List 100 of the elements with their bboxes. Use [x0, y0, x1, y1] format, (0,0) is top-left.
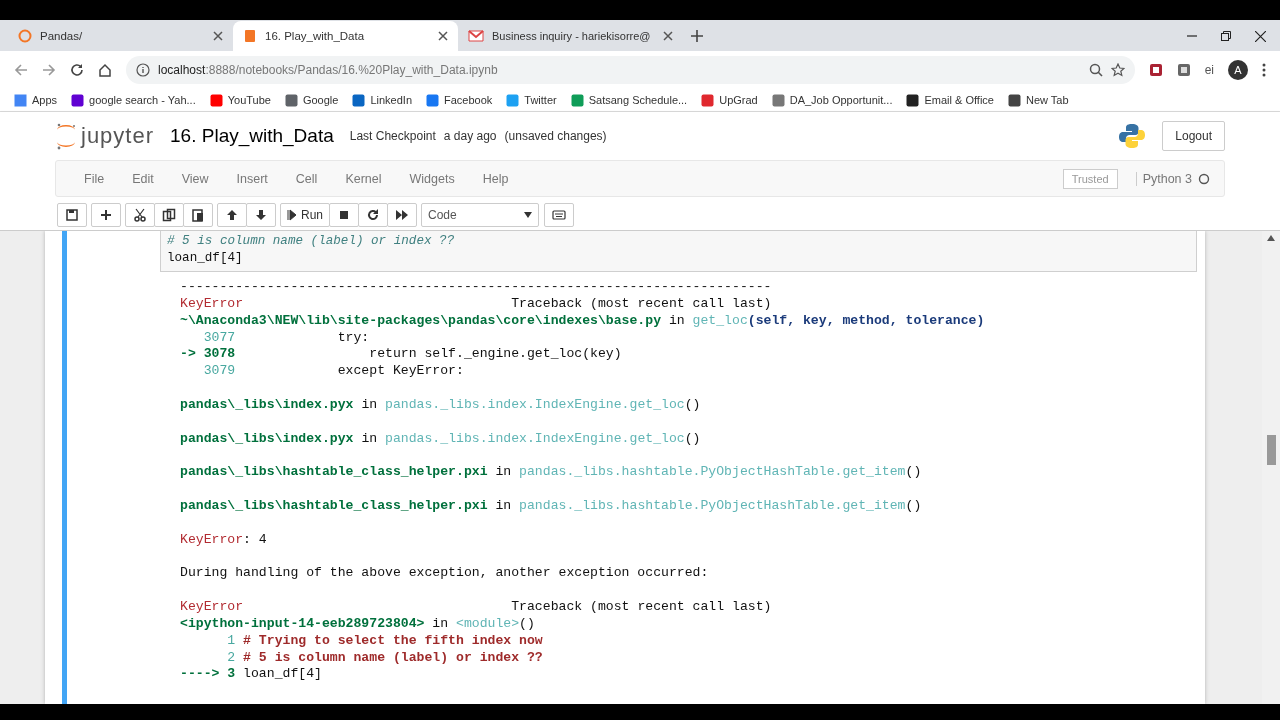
browser-tab[interactable]: Pandas/: [8, 21, 233, 51]
address-field[interactable]: localhost:8888/notebooks/Pandas/16.%20Play_with_Data.ipynb: [126, 56, 1135, 84]
notebook-title[interactable]: 16. Play_with_Data: [170, 125, 334, 147]
bookmark[interactable]: Apps: [14, 93, 58, 107]
notebook-favicon-icon: [243, 29, 257, 43]
back-icon[interactable]: [14, 63, 28, 77]
more-icon[interactable]: [1262, 63, 1266, 77]
move-up-button[interactable]: [217, 203, 247, 227]
close-icon[interactable]: [213, 31, 223, 41]
close-icon[interactable]: [663, 31, 673, 41]
move-down-button[interactable]: [246, 203, 276, 227]
cut-button[interactable]: [125, 203, 155, 227]
traceback-line: 1 # Trying to select the fifth index now: [226, 632, 544, 650]
menu-item[interactable]: Widgets: [395, 171, 469, 186]
scroll-up-icon[interactable]: [1267, 235, 1275, 241]
traceback-line: During handling of the above exception, another exception occurred:: [180, 565, 710, 583]
browser-tab[interactable]: Business inquiry - hariekisorre@: [458, 21, 683, 51]
restart-icon: [366, 208, 380, 222]
scrollbar-thumb[interactable]: [1266, 435, 1276, 465]
jupyter-logo-text: jupyter: [81, 123, 155, 149]
bookmark[interactable]: google search - Yah...: [71, 93, 196, 107]
bookmark[interactable]: LinkedIn: [352, 93, 412, 107]
url-text: localhost:8888/notebooks/Pandas/16.%20Play_with_Data.ipynb: [158, 63, 498, 77]
fast-forward-button[interactable]: [387, 203, 417, 227]
jupyter-favicon-icon: [18, 29, 32, 43]
traceback-line: 2 # 5 is column name (label) or index ??: [226, 649, 544, 667]
menu-item[interactable]: Kernel: [331, 171, 396, 186]
traceback-line: pandas\_libs\index.pyx in pandas._libs.index.IndexEngine.get_loc(): [180, 430, 702, 448]
traceback-line: ~\Anaconda3\NEW\lib\site-packages\pandas\core\indexes\base.py in get_loc(self, key, method, tolerance): [180, 312, 986, 330]
add-cell-button[interactable]: [91, 203, 121, 227]
bookmark[interactable]: New Tab: [1007, 93, 1069, 107]
bookmark[interactable]: UpGrad: [701, 93, 758, 107]
traceback-line: <ipython-input-14-eeb289723804> in <module>(): [180, 615, 536, 633]
bookmark[interactable]: Email & Office: [906, 93, 994, 107]
bookmark[interactable]: Google: [284, 93, 339, 107]
info-icon: [136, 63, 150, 77]
keyboard-button[interactable]: [544, 203, 574, 227]
move-down-icon: [254, 208, 268, 222]
checkpoint-time: a day ago: [443, 129, 497, 143]
extension-icon[interactable]: [1148, 63, 1163, 77]
tab-title: 16. Play_with_Data: [265, 30, 365, 42]
tab-title: Business inquiry - hariekisorre@: [492, 30, 651, 42]
profile-avatar[interactable]: A: [1228, 60, 1248, 80]
add-cell-icon: [99, 208, 113, 222]
step-forward-icon: [287, 209, 297, 221]
checkpoint-label: Last Checkpoint: [349, 129, 436, 143]
menu-item[interactable]: Help: [468, 171, 523, 186]
code-input-cell[interactable]: # 5 is column name (label) or index ?? loan_df[4]: [160, 231, 1197, 272]
copy-button[interactable]: [154, 203, 184, 227]
extension-label[interactable]: ei: [1204, 63, 1214, 77]
menu-item[interactable]: View: [167, 171, 223, 186]
code-line: loan_df[4]: [167, 250, 244, 267]
menu-item[interactable]: Edit: [118, 171, 168, 186]
reload-icon[interactable]: [70, 63, 84, 77]
tab-title: Pandas/: [40, 30, 83, 42]
code-line: # 5 is column name (label) or index ??: [167, 233, 456, 250]
save-icon: [65, 208, 79, 222]
extension-icon[interactable]: [1176, 63, 1191, 77]
traceback-line: pandas\_libs\hashtable_class_helper.pxi in pandas._libs.hashtable.PyObjectHashTable.get_item(): [180, 464, 923, 482]
menu-item[interactable]: Cell: [281, 171, 332, 186]
bookmark[interactable]: Facebook: [426, 93, 493, 107]
traceback-line: -> 3078 return self._engine.get_loc(key): [180, 346, 623, 364]
browser-tab[interactable]: 16. Play_with_Data: [233, 21, 458, 51]
traceback-line: KeyError: 4: [180, 531, 268, 549]
fast-forward-icon: [395, 208, 409, 222]
new-tab-icon[interactable]: [691, 30, 703, 42]
copy-icon: [162, 208, 176, 222]
forward-icon[interactable]: [42, 63, 56, 77]
paste-button[interactable]: [183, 203, 213, 227]
bookmark[interactable]: YouTube: [209, 93, 271, 107]
stop-button[interactable]: [329, 203, 359, 227]
move-up-icon: [225, 208, 239, 222]
save-button[interactable]: [57, 203, 87, 227]
menu-item[interactable]: Insert: [222, 171, 282, 186]
kernel-status-icon: [1198, 172, 1210, 185]
stop-icon: [337, 208, 351, 222]
bookmark[interactable]: DA_Job Opportunit...: [771, 93, 893, 107]
logout-button[interactable]: Logout: [1162, 121, 1225, 151]
cell-type-dropdown[interactable]: Code: [421, 203, 539, 227]
restart-button[interactable]: [358, 203, 388, 227]
mail-icon: [468, 29, 484, 43]
jupyter-logo-icon: [55, 122, 77, 150]
close-icon[interactable]: [1255, 30, 1266, 42]
home-icon[interactable]: [98, 63, 112, 77]
restore-icon[interactable]: [1221, 31, 1231, 41]
traceback-line: ----> 3 loan_df[4]: [180, 666, 323, 684]
traceback-line: 3079 except KeyError:: [202, 363, 465, 381]
traceback-line: pandas\_libs\hashtable_class_helper.pxi in pandas._libs.hashtable.PyObjectHashTable.get_item(): [180, 497, 923, 515]
menu-item[interactable]: File: [70, 171, 119, 186]
bookmark[interactable]: Satsang Schedule...: [570, 93, 688, 107]
bookmark[interactable]: Twitter: [506, 93, 557, 107]
keyboard-icon: [552, 208, 566, 222]
traceback-line: 3077 try:: [202, 329, 371, 347]
traceback-line: KeyError Traceback (most recent call last): [180, 599, 773, 616]
traceback-line: KeyError Traceback (most recent call last): [180, 295, 773, 313]
search-icon[interactable]: [1088, 63, 1103, 77]
run-button[interactable]: Run: [280, 203, 330, 227]
star-icon[interactable]: [1110, 63, 1125, 77]
close-icon[interactable]: [438, 31, 448, 41]
kernel-name[interactable]: Python 3: [1142, 171, 1192, 186]
